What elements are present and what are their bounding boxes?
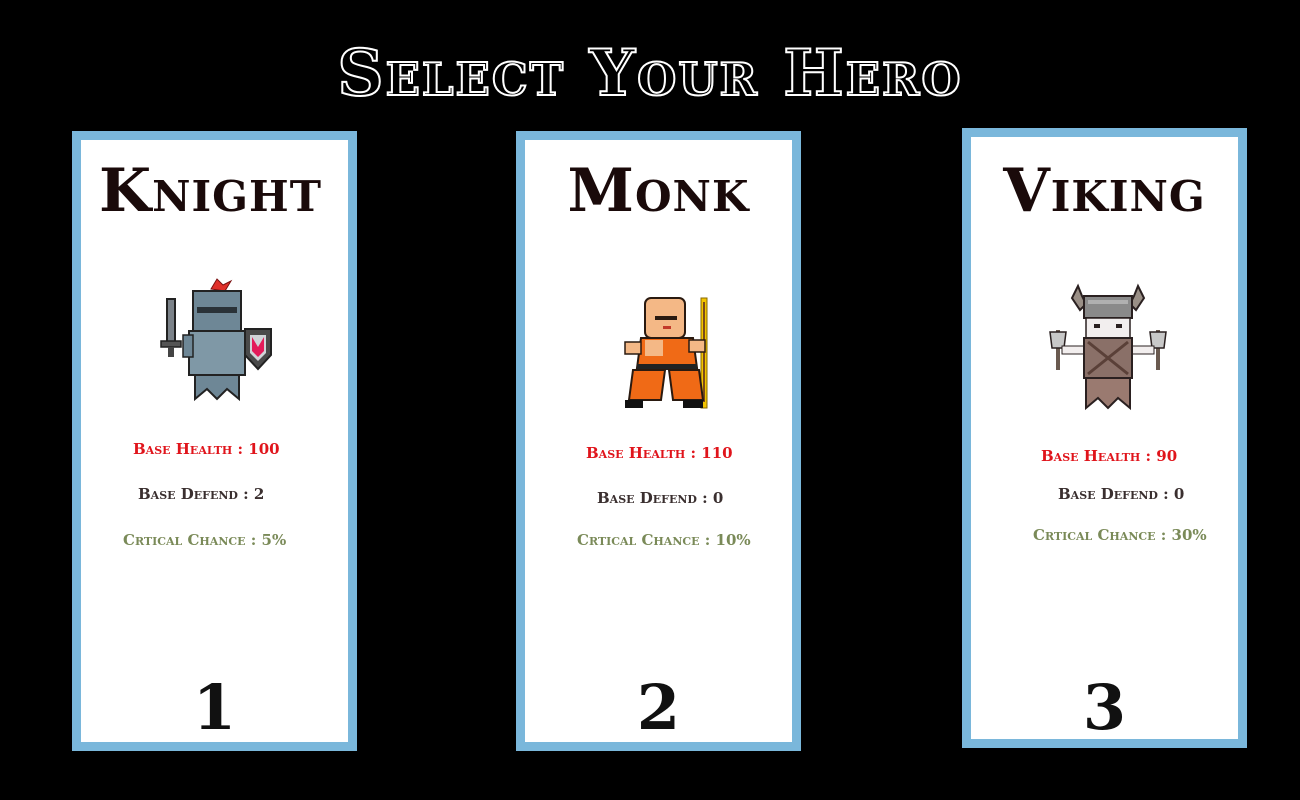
stat-base-health: Base Health : 90 [1041, 447, 1178, 465]
stat-critical-chance: Crtical Chance : 5% [123, 531, 287, 549]
hero-card-monk[interactable]: Monk Base Health : 110 Base Defend : 0 C… [516, 131, 801, 751]
stat-critical-chance: Crtical Chance : 10% [577, 531, 751, 549]
stat-base-defend: Base Defend : 0 [597, 489, 724, 507]
knight-sprite-icon [160, 278, 272, 402]
hero-name: Viking [1003, 156, 1206, 226]
page-title: Select Your Hero [336, 36, 963, 111]
hero-card-knight[interactable]: Knight Base Health : 100 Base Defend : 2… [72, 131, 357, 751]
stat-base-health: Base Health : 110 [586, 444, 733, 462]
stat-base-defend: Base Defend : 0 [1058, 485, 1185, 503]
monk-sprite-icon [624, 297, 708, 409]
stat-critical-chance: Crtical Chance : 30% [1033, 526, 1207, 544]
stat-base-defend: Base Defend : 2 [138, 485, 265, 503]
hero-card-viking[interactable]: Viking Base Health : 90 Base Defend : 0 … [962, 128, 1247, 748]
stat-base-health: Base Health : 100 [133, 440, 280, 458]
hero-hotkey-number: 1 [192, 671, 237, 744]
hero-name: Monk [567, 156, 750, 226]
viking-sprite-icon [1049, 283, 1167, 411]
hero-name: Knight [99, 156, 322, 226]
hero-hotkey-number: 2 [636, 671, 681, 744]
hero-hotkey-number: 3 [1082, 671, 1127, 744]
